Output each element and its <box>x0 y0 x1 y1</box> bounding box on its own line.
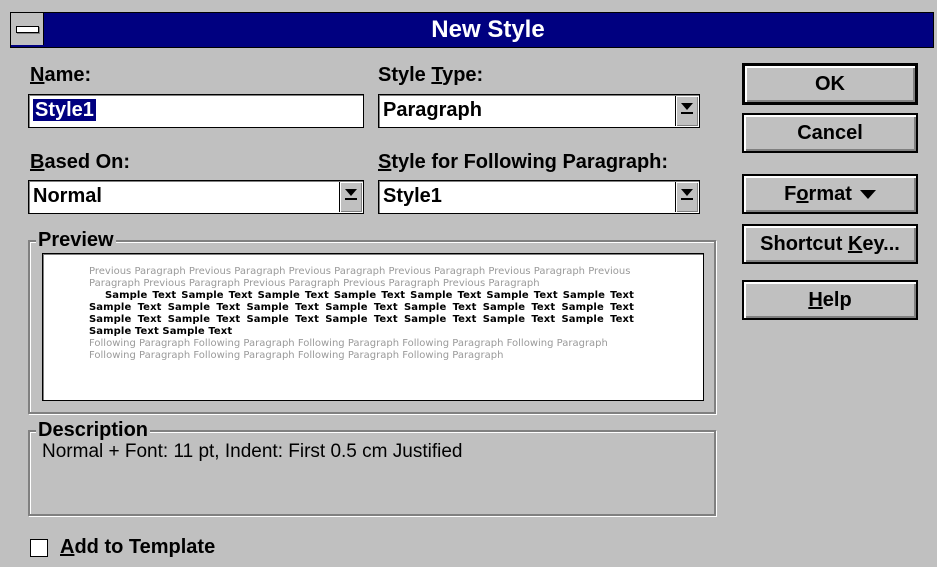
title-bar[interactable]: New Style <box>10 12 934 48</box>
style-type-label: Style Type: <box>378 64 484 86</box>
preview-pane: Previous Paragraph Previous Paragraph Pr… <box>42 253 704 401</box>
following-style-value: Style1 <box>383 185 442 207</box>
based-on-value: Normal <box>33 185 102 207</box>
chevron-down-icon <box>345 189 357 196</box>
window-title: New Style <box>431 16 545 43</box>
preview-sample-text: Sample Text Sample Text Sample Text Samp… <box>89 290 634 337</box>
chevron-down-icon <box>681 103 693 110</box>
shortcut-key-button[interactable]: Shortcut Key... <box>742 224 918 264</box>
new-style-dialog: New Style Name: Style1 Style Type: Parag… <box>0 0 937 567</box>
based-on-label: Based On: <box>30 151 131 173</box>
system-menu-icon[interactable] <box>11 13 44 45</box>
description-label: Description <box>36 419 151 441</box>
cancel-button[interactable]: Cancel <box>742 113 918 153</box>
triangle-down-icon <box>859 190 876 200</box>
format-button[interactable]: Format <box>742 174 918 214</box>
preview-following-paragraph: Following Paragraph Following Paragraph … <box>89 338 608 361</box>
ok-button[interactable]: OK <box>742 63 918 105</box>
style-type-dropdown-button[interactable] <box>675 96 698 126</box>
name-input-value: Style1 <box>33 99 96 121</box>
preview-label: Preview <box>36 229 116 251</box>
following-style-label: Style for Following Paragraph: <box>378 151 669 173</box>
add-to-template-label[interactable]: Add to Template <box>60 536 215 559</box>
style-type-select[interactable]: Paragraph <box>378 94 700 128</box>
help-button[interactable]: Help <box>742 280 918 320</box>
chevron-down-icon <box>681 189 693 196</box>
name-label: Name: <box>30 64 92 86</box>
description-text: Normal + Font: 11 pt, Indent: First 0.5 … <box>42 441 463 462</box>
based-on-dropdown-button[interactable] <box>339 182 362 212</box>
style-type-value: Paragraph <box>383 99 482 121</box>
add-to-template-checkbox[interactable] <box>30 539 48 557</box>
name-input[interactable]: Style1 <box>28 94 364 128</box>
following-style-select[interactable]: Style1 <box>378 180 700 214</box>
preview-previous-paragraph: Previous Paragraph Previous Paragraph Pr… <box>89 266 631 289</box>
following-style-dropdown-button[interactable] <box>675 182 698 212</box>
based-on-select[interactable]: Normal <box>28 180 364 214</box>
